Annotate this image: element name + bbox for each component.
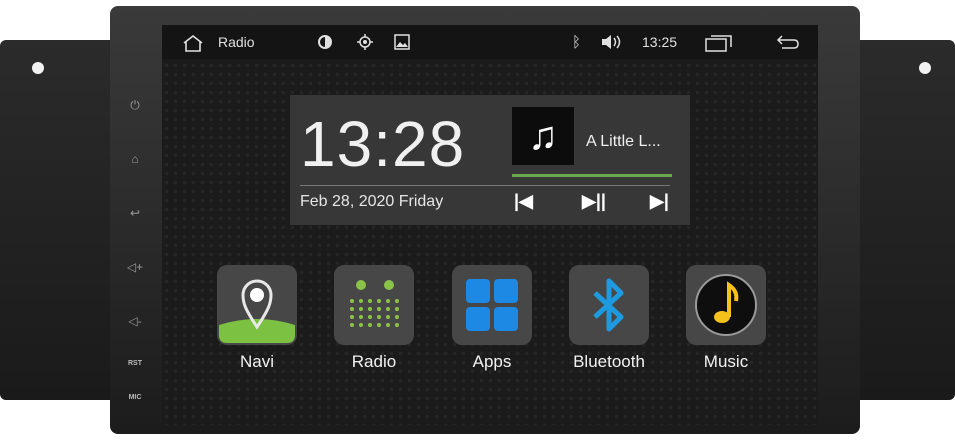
track-title: A Little L... xyxy=(586,133,661,150)
divider xyxy=(300,185,670,186)
volume-up-icon[interactable]: ◁+ xyxy=(120,260,150,278)
app-apps-button[interactable] xyxy=(452,265,532,345)
back-icon[interactable] xyxy=(776,34,800,53)
mic-label: MIC xyxy=(128,394,142,401)
radio-icon xyxy=(350,280,399,327)
previous-track-button[interactable]: |◀ xyxy=(514,191,533,212)
date-display: Feb 28, 2020 Friday xyxy=(300,193,444,210)
power-icon[interactable]: ⏻ xyxy=(120,98,150,116)
app-radio-button[interactable] xyxy=(334,265,414,345)
music-note-icon[interactable]: ♫ xyxy=(512,107,574,165)
app-music-button[interactable] xyxy=(686,265,766,345)
clock-display: 13:28 xyxy=(300,108,466,180)
app-navi-button[interactable] xyxy=(217,265,297,345)
brightness-icon[interactable] xyxy=(317,34,333,53)
clock-music-widget[interactable]: 13:28 ♫ A Little L... Feb 28, 2020 Frida… xyxy=(290,95,690,225)
home-icon[interactable]: ⌂ xyxy=(120,152,150,170)
next-track-button[interactable]: ▶| xyxy=(650,191,669,212)
volume-icon[interactable] xyxy=(600,34,624,53)
page-title: Radio xyxy=(218,34,255,50)
status-bar: Radio ᛒ 13:25 xyxy=(162,25,818,59)
play-pause-button[interactable]: ▶|| xyxy=(582,191,606,212)
app-navi-label: Navi xyxy=(239,352,274,371)
mount-hole xyxy=(919,62,931,74)
bluetooth-icon[interactable]: ᛒ xyxy=(572,34,581,51)
app-apps-label: Apps xyxy=(472,352,512,371)
gallery-icon[interactable] xyxy=(394,34,410,53)
app-radio-label: Radio xyxy=(351,352,397,371)
screen: Radio ᛒ 13:25 13:28 ♫ A Little L... Feb … xyxy=(162,25,818,425)
mount-hole xyxy=(32,62,44,74)
app-bluetooth-button[interactable] xyxy=(569,265,649,345)
track-progress-bar[interactable] xyxy=(512,174,672,177)
app-music-label: Music xyxy=(703,352,749,371)
app-bluetooth-label: Bluetooth xyxy=(573,352,645,371)
back-icon[interactable]: ↩ xyxy=(120,206,150,224)
apps-icon xyxy=(466,279,518,331)
volume-down-icon[interactable]: ◁- xyxy=(120,314,150,332)
bluetooth-icon xyxy=(593,278,624,332)
clock-time: 13:25 xyxy=(642,34,678,50)
side-button-panel: ⏻ ⌂ ↩ ◁+ ◁- RST MIC xyxy=(120,90,150,410)
gps-icon[interactable] xyxy=(357,34,373,53)
right-mount-bracket xyxy=(845,40,955,400)
music-icon xyxy=(695,274,757,336)
home-icon[interactable] xyxy=(182,34,204,55)
navi-icon xyxy=(219,279,295,343)
recent-windows-icon[interactable] xyxy=(705,34,733,55)
left-mount-bracket xyxy=(0,40,120,400)
rst-label[interactable]: RST xyxy=(120,360,150,367)
